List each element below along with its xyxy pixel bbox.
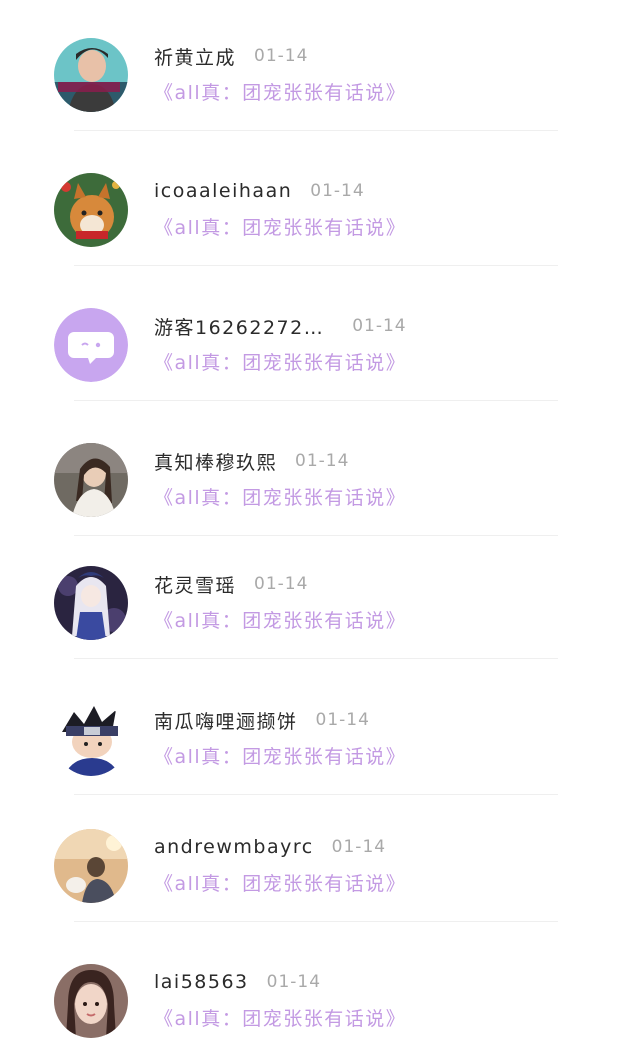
avatar[interactable] [54, 964, 128, 1038]
book-title-link[interactable]: 《all真：团宠张张有话说》 [154, 213, 406, 240]
comment-date: 01-14 [266, 972, 322, 992]
avatar[interactable] [54, 38, 128, 112]
list-item[interactable]: 游客16262272… 01-14 《all真：团宠张张有话说》 [0, 308, 640, 408]
comment-list: 祈黄立成 01-14 《all真：团宠张张有话说》 icoaaleihaan 0… [0, 0, 640, 1044]
divider [74, 265, 558, 266]
comment-date: 01-14 [254, 46, 309, 66]
book-title-link[interactable]: 《all真：团宠张张有话说》 [154, 742, 406, 769]
divider [74, 130, 558, 131]
user-name[interactable]: 南瓜嗨哩逦撷饼 [154, 707, 298, 734]
book-title-link[interactable]: 《all真：团宠张张有话说》 [154, 348, 406, 375]
book-title-link[interactable]: 《all真：团宠张张有话说》 [154, 1004, 406, 1031]
avatar-image [54, 38, 128, 112]
divider [74, 921, 558, 922]
user-name[interactable]: 花灵雪瑶 [154, 571, 236, 598]
title-line: 真知棒穆玖熙 01-14 [154, 447, 349, 475]
comment-date: 01-14 [295, 451, 350, 471]
list-item[interactable]: 祈黄立成 01-14 《all真：团宠张张有话说》 [0, 38, 640, 138]
title-line: 南瓜嗨哩逦撷饼 01-14 [154, 706, 370, 734]
title-line: 游客16262272… 01-14 [154, 312, 407, 340]
comment-date: 01-14 [331, 837, 387, 857]
user-name[interactable]: lai58563 [154, 971, 249, 993]
book-title-link[interactable]: 《all真：团宠张张有话说》 [154, 483, 406, 510]
title-line: 花灵雪瑶 01-14 [154, 570, 308, 598]
title-line: icoaaleihaan 01-14 [154, 177, 365, 205]
divider [74, 535, 558, 536]
avatar-image [54, 702, 128, 776]
book-title-link[interactable]: 《all真：团宠张张有话说》 [154, 869, 406, 896]
user-name[interactable]: 真知棒穆玖熙 [154, 448, 277, 475]
avatar-image [54, 566, 128, 640]
avatar-image [54, 964, 128, 1038]
default-chat-avatar-icon [54, 308, 128, 382]
comment-date: 01-14 [315, 710, 370, 730]
avatar[interactable] [54, 702, 128, 776]
comment-date: 01-14 [254, 574, 309, 594]
book-title-link[interactable]: 《all真：团宠张张有话说》 [154, 78, 406, 105]
list-item[interactable]: 花灵雪瑶 01-14 《all真：团宠张张有话说》 [0, 566, 640, 666]
user-name[interactable]: andrewmbayrc [154, 836, 314, 858]
user-name[interactable]: icoaaleihaan [154, 180, 292, 202]
comment-date: 01-14 [310, 181, 365, 201]
list-item[interactable]: icoaaleihaan 01-14 《all真：团宠张张有话说》 [0, 173, 640, 273]
avatar-image [54, 173, 128, 247]
avatar[interactable] [54, 566, 128, 640]
avatar[interactable] [54, 173, 128, 247]
avatar[interactable] [54, 829, 128, 903]
title-line: andrewmbayrc 01-14 [154, 833, 386, 861]
title-line: 祈黄立成 01-14 [154, 42, 308, 70]
avatar[interactable] [54, 443, 128, 517]
title-line: lai58563 01-14 [154, 968, 321, 996]
comment-date: 01-14 [352, 316, 407, 336]
avatar[interactable] [54, 308, 128, 382]
divider [74, 400, 558, 401]
divider [74, 658, 558, 659]
list-item[interactable]: 真知棒穆玖熙 01-14 《all真：团宠张张有话说》 [0, 443, 640, 543]
book-title-link[interactable]: 《all真：团宠张张有话说》 [154, 606, 406, 633]
divider [74, 794, 558, 795]
user-name[interactable]: 游客16262272… [154, 313, 324, 340]
user-name[interactable]: 祈黄立成 [154, 43, 236, 70]
avatar-image [54, 829, 128, 903]
list-item[interactable]: 南瓜嗨哩逦撷饼 01-14 《all真：团宠张张有话说》 [0, 702, 640, 802]
list-item[interactable]: lai58563 01-14 《all真：团宠张张有话说》 [0, 964, 640, 1064]
avatar-image [54, 443, 128, 517]
list-item[interactable]: andrewmbayrc 01-14 《all真：团宠张张有话说》 [0, 829, 640, 929]
